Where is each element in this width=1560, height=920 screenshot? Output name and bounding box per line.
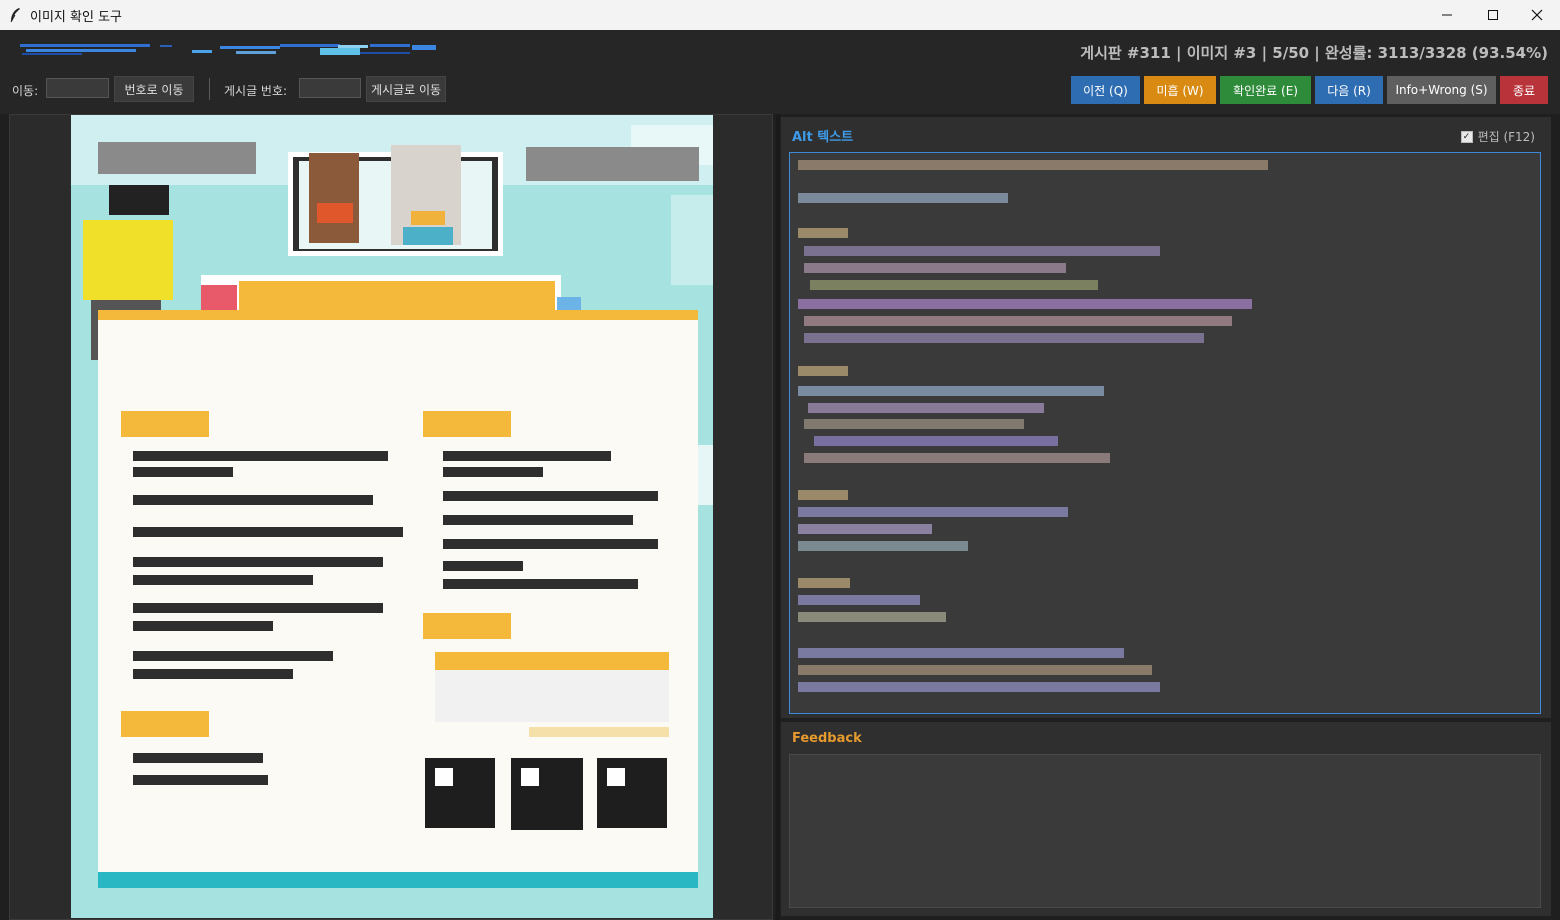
post-number-input[interactable] xyxy=(299,78,361,98)
info-wrong-button[interactable]: Info+Wrong (S) xyxy=(1387,76,1496,104)
minimize-button[interactable] xyxy=(1424,0,1470,30)
edit-toggle-label: 편집 (F12) xyxy=(1477,130,1535,144)
move-to-post-button[interactable]: 게시글로 이동 xyxy=(366,76,446,102)
move-label: 이동: xyxy=(12,84,39,98)
app-logo xyxy=(20,44,436,55)
feather-icon xyxy=(10,8,20,23)
next-button[interactable]: 다음 (R) xyxy=(1315,76,1383,104)
alt-text-panel: Alt 텍스트 ✓ 편집 (F12) xyxy=(781,117,1551,718)
title-bar: 이미지 확인 도구 xyxy=(0,0,1560,31)
post-number-label: 게시글 번호: xyxy=(224,84,288,98)
prev-button[interactable]: 이전 (Q) xyxy=(1071,76,1140,104)
pending-button[interactable]: 미흡 (W) xyxy=(1144,76,1216,104)
feedback-panel: Feedback xyxy=(781,722,1551,916)
maximize-button[interactable] xyxy=(1470,0,1516,30)
quit-button[interactable]: 종료 xyxy=(1500,76,1548,104)
minimize-icon xyxy=(1442,14,1452,16)
edit-checkbox[interactable]: ✓ xyxy=(1460,130,1473,143)
toolbar-separator xyxy=(209,78,210,100)
close-button[interactable] xyxy=(1514,0,1560,30)
alt-text-title: Alt 텍스트 xyxy=(792,130,854,145)
alt-text-editor[interactable] xyxy=(789,152,1541,714)
preview-image xyxy=(71,115,713,918)
move-number-input[interactable] xyxy=(46,78,109,98)
confirm-button[interactable]: 확인완료 (E) xyxy=(1220,76,1311,104)
move-by-number-button[interactable]: 번호로 이동 xyxy=(114,76,194,102)
progress-status: 게시판 #311 | 이미지 #3 | 5/50 | 완성률: 3113/332… xyxy=(1080,44,1548,62)
close-icon xyxy=(1531,9,1543,21)
panel-splitter[interactable] xyxy=(776,114,780,920)
alt-text-content xyxy=(798,160,1268,692)
maximize-icon xyxy=(1488,10,1498,20)
feedback-input[interactable] xyxy=(789,754,1541,908)
feedback-title: Feedback xyxy=(792,731,862,746)
edit-toggle[interactable]: ✓ 편집 (F12) xyxy=(1460,128,1535,145)
window-title: 이미지 확인 도구 xyxy=(30,10,122,25)
